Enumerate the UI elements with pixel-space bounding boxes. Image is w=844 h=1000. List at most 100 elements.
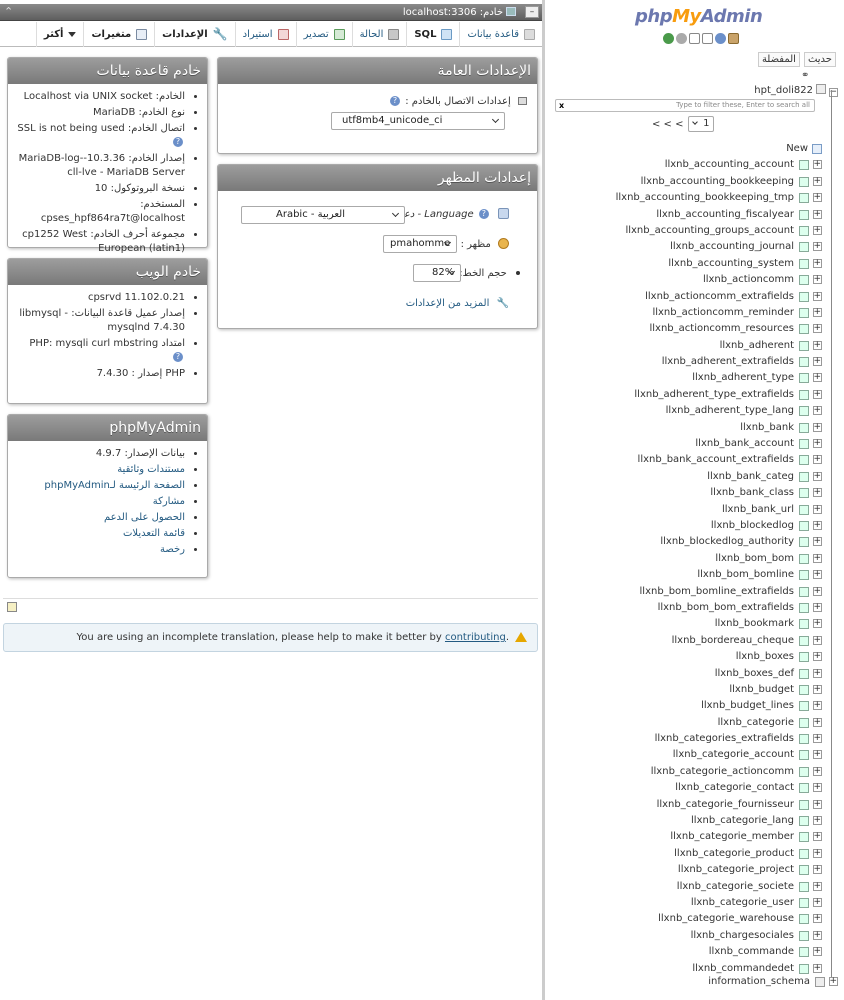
tree-item-table[interactable]: + llxnb_bom_bom [544, 551, 844, 567]
expand-icon[interactable]: + [813, 684, 822, 694]
table-icon[interactable] [799, 586, 809, 597]
tree-item-table[interactable]: + llxnb_categories_extrafields [544, 731, 844, 747]
expand-icon[interactable]: + [813, 340, 822, 350]
expand-icon[interactable]: + [813, 602, 822, 612]
table-icon[interactable] [799, 570, 809, 581]
recent-tab[interactable]: حديث [803, 52, 836, 67]
tree-item-table[interactable]: + llxnb_adherent [544, 338, 844, 354]
tree-item-table[interactable]: + llxnb_actioncomm_resources [544, 321, 844, 337]
table-icon[interactable] [799, 766, 809, 777]
table-icon[interactable] [799, 832, 809, 843]
tree-item-table[interactable]: + llxnb_categorie_contact [544, 780, 844, 796]
tree-item-table[interactable]: + llxnb_categorie_account [544, 747, 844, 763]
expand-icon[interactable]: + [813, 357, 822, 367]
support-link[interactable]: الحصول على الدعم [104, 512, 185, 523]
tab-import[interactable]: استيراد [234, 22, 296, 47]
table-icon[interactable] [799, 357, 809, 368]
tree-item-table[interactable]: + llxnb_bank_account [544, 436, 844, 452]
changelog-link[interactable]: قائمة التعديلات [123, 528, 185, 539]
language-select[interactable]: Arabic - العربية [241, 206, 405, 224]
tab-more[interactable]: أكثر [35, 22, 84, 47]
tree-item-table[interactable]: + llxnb_adherent_extrafields [544, 354, 844, 370]
tree-item-table[interactable]: + llxnb_bookmark [544, 616, 844, 632]
expand-icon[interactable]: + [813, 242, 822, 252]
tree-item-table[interactable]: + llxnb_blockedlog_authority [544, 534, 844, 550]
console-icon[interactable] [7, 602, 17, 612]
help-icon[interactable]: ? [390, 96, 401, 106]
tree-item-table[interactable]: + llxnb_bank_categ [544, 469, 844, 485]
table-icon[interactable] [799, 701, 809, 712]
font-size-select[interactable]: 82% [413, 264, 461, 282]
tree-item-table[interactable]: + llxnb_actioncomm_extrafields [544, 289, 844, 305]
minimize-button[interactable]: – [525, 6, 539, 18]
table-icon[interactable] [799, 734, 809, 745]
expand-icon[interactable]: + [829, 977, 838, 986]
expand-icon[interactable]: + [813, 307, 822, 317]
documentation-link[interactable]: مستندات وثائقية [117, 464, 185, 475]
expand-icon[interactable]: + [813, 193, 822, 203]
table-icon[interactable] [799, 652, 809, 663]
theme-select[interactable]: pmahomme [383, 235, 457, 253]
expand-icon[interactable]: + [813, 422, 822, 432]
table-icon[interactable] [799, 209, 809, 220]
link-icon[interactable]: ⚭ [801, 70, 809, 81]
table-icon[interactable] [799, 750, 809, 761]
database-node-information-schema[interactable]: + information_schema [544, 974, 844, 990]
expand-icon[interactable]: + [813, 848, 822, 858]
table-icon[interactable] [799, 914, 809, 925]
expand-icon[interactable]: + [813, 897, 822, 907]
help-icon[interactable]: ? [173, 137, 183, 147]
table-icon[interactable] [799, 520, 809, 531]
tab-variables[interactable]: متغيرات [83, 22, 154, 47]
tree-item-table[interactable]: + llxnb_boxes_def [544, 666, 844, 682]
table-icon[interactable] [799, 717, 809, 728]
table-icon[interactable] [799, 553, 809, 564]
tree-item-table[interactable]: + llxnb_categorie_project [544, 862, 844, 878]
double-chevron-up-icon[interactable]: ⌃ [4, 5, 13, 19]
expand-icon[interactable]: + [813, 586, 822, 596]
tree-item-table[interactable]: + llxnb_budget [544, 682, 844, 698]
table-icon[interactable] [799, 340, 809, 351]
database-node[interactable]: −hpt_doli822 [754, 84, 838, 97]
expand-icon[interactable]: + [813, 717, 822, 727]
clear-filter-icon[interactable]: x [559, 100, 564, 111]
expand-icon[interactable]: + [813, 209, 822, 219]
help-icon[interactable]: ? [173, 352, 183, 362]
table-icon[interactable] [799, 668, 809, 679]
expand-icon[interactable]: + [813, 160, 822, 170]
table-icon[interactable] [799, 947, 809, 958]
tree-item-new[interactable]: New [544, 141, 844, 157]
expand-icon[interactable]: + [813, 750, 822, 760]
more-settings-link[interactable]: المزيد من الإعدادات [406, 298, 490, 309]
table-icon[interactable] [799, 242, 809, 253]
expand-icon[interactable]: + [813, 652, 822, 662]
tree-item-table[interactable]: + llxnb_accounting_fiscalyear [544, 207, 844, 223]
gear-icon[interactable] [676, 33, 687, 44]
table-icon[interactable] [799, 635, 809, 646]
tree-item-table[interactable]: + llxnb_bordereau_cheque [544, 633, 844, 649]
expand-icon[interactable]: + [813, 881, 822, 891]
tree-item-table[interactable]: + llxnb_chargesociales [544, 928, 844, 944]
table-icon[interactable] [799, 881, 809, 892]
expand-icon[interactable]: + [813, 963, 822, 973]
tree-item-table[interactable]: + llxnb_accounting_system [544, 256, 844, 272]
homepage-link[interactable]: الصفحة الرئيسة لـphpMyAdmin [44, 480, 185, 491]
table-icon[interactable] [799, 193, 809, 204]
table-icon[interactable] [799, 307, 809, 318]
expand-icon[interactable]: + [813, 275, 822, 285]
tree-item-table[interactable]: + llxnb_categorie_warehouse [544, 911, 844, 927]
home-icon[interactable] [728, 33, 739, 44]
server-breadcrumb[interactable]: خادم: localhost:3306 [403, 5, 516, 20]
tree-item-table[interactable]: + llxnb_budget_lines [544, 698, 844, 714]
favorites-tab[interactable]: المفضلة [757, 52, 800, 67]
tree-item-table[interactable]: + llxnb_categorie_product [544, 846, 844, 862]
tree-item-table[interactable]: + llxnb_adherent_type_lang [544, 403, 844, 419]
expand-icon[interactable]: + [813, 914, 822, 924]
tree-item-table[interactable]: + llxnb_bom_bom_extrafields [544, 600, 844, 616]
docs-icon[interactable] [702, 33, 713, 44]
contributing-link[interactable]: contributing [445, 632, 506, 643]
collation-select[interactable]: utf8mb4_unicode_ci [331, 112, 505, 130]
tab-settings[interactable]: 🔧 الإعدادات [154, 22, 234, 47]
expand-icon[interactable]: + [813, 455, 822, 465]
tree-item-table[interactable]: + llxnb_bank_account_extrafields [544, 452, 844, 468]
